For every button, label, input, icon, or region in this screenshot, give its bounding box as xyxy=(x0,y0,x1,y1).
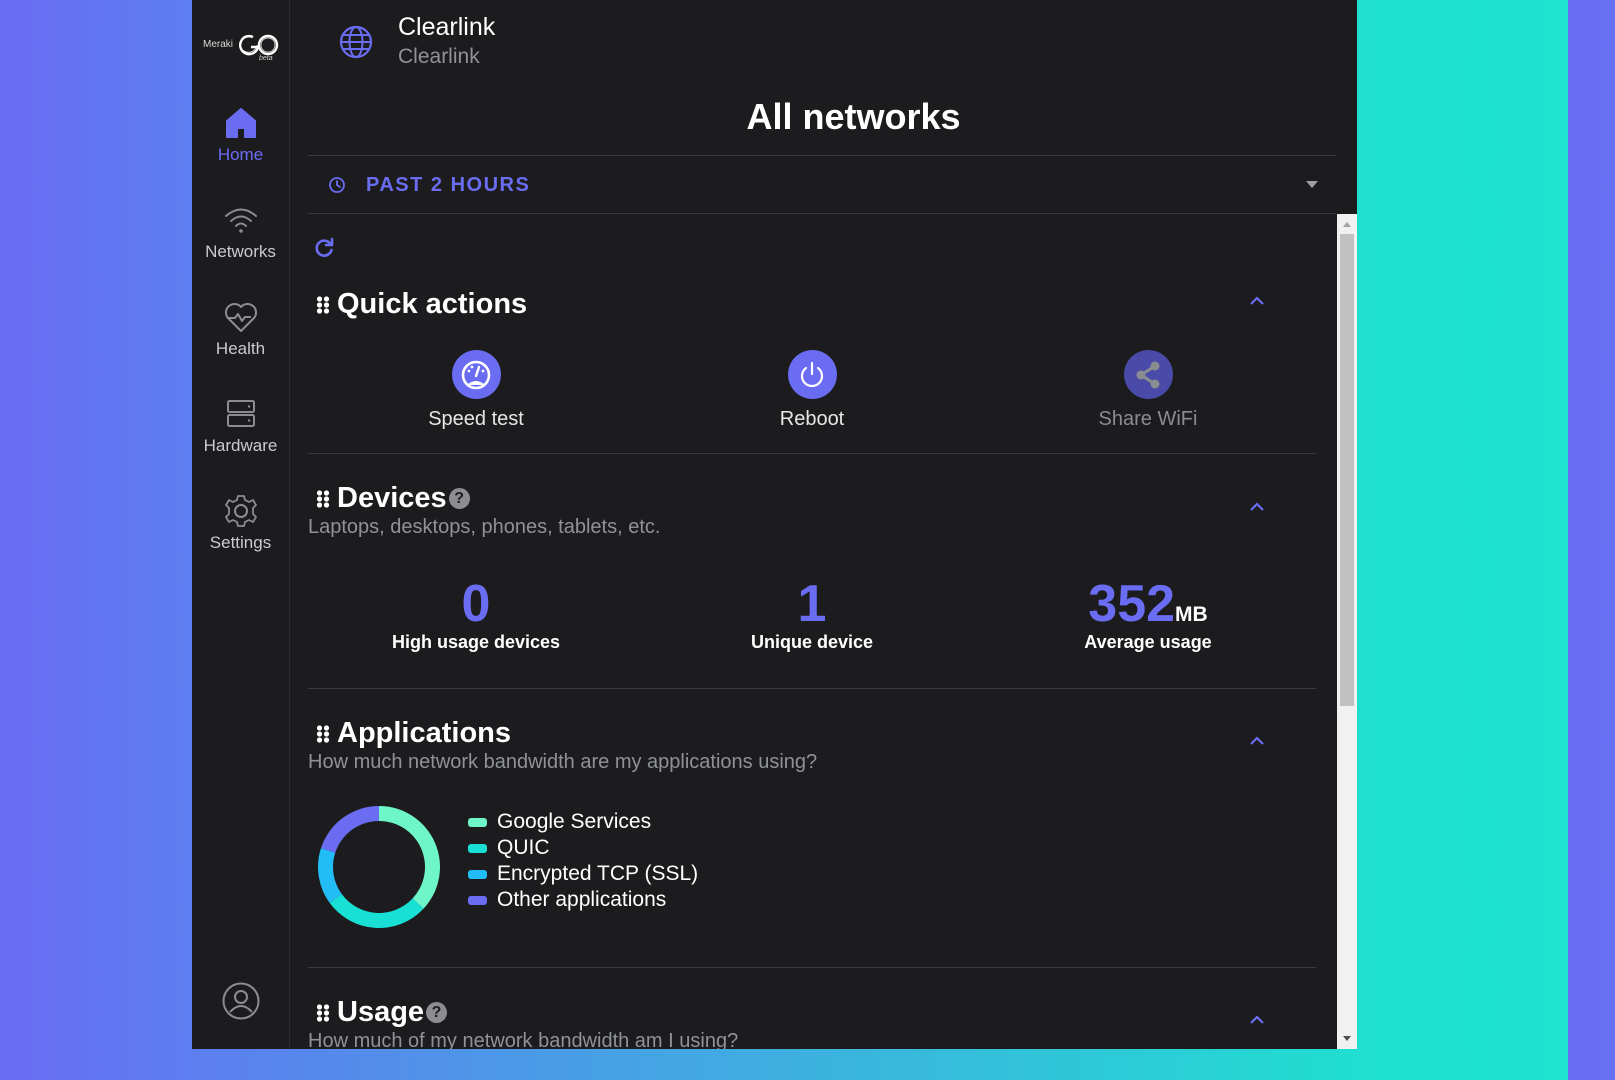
network-name[interactable]: Clearlink xyxy=(398,13,495,42)
sidebar-item-home[interactable]: Home xyxy=(192,105,289,165)
applications-donut-chart[interactable] xyxy=(317,805,441,929)
stat-value: 352 xyxy=(1088,575,1176,633)
chevron-up-icon[interactable] xyxy=(1248,735,1266,747)
speed-test-label: Speed test xyxy=(428,408,524,430)
stat-label: Unique device xyxy=(750,632,874,652)
stat-label: Average usage xyxy=(1084,632,1212,652)
speedometer-icon xyxy=(461,360,491,389)
stat-label: High usage devices xyxy=(391,632,561,652)
caret-down-icon xyxy=(1306,181,1318,188)
sidebar-item-label: Networks xyxy=(205,242,276,261)
sidebar-item-label: Settings xyxy=(209,533,272,552)
drag-handle-icon[interactable] xyxy=(316,1003,330,1023)
clock-icon xyxy=(329,177,345,193)
legend-item-encrypted-tcp[interactable]: Encrypted TCP (SSL) xyxy=(468,861,698,887)
stat-value: 0 xyxy=(461,575,491,633)
gear-icon xyxy=(224,495,257,527)
section-subtitle: Laptops, desktops, phones, tablets, etc. xyxy=(308,516,661,538)
sidebar: Meraki beta Home Networks Health Hardwar… xyxy=(192,0,290,1049)
user-circle-icon[interactable] xyxy=(221,981,261,1021)
page-title: All networks xyxy=(746,96,961,137)
applications-section: Applications How much network bandwidth … xyxy=(308,689,1316,968)
stat-high-usage-devices[interactable]: 0 High usage devices xyxy=(346,578,606,653)
donut-slice-google-services[interactable] xyxy=(379,806,440,909)
stat-unit: MB xyxy=(1175,603,1208,626)
organization-name: Clearlink xyxy=(398,45,480,68)
help-icon[interactable]: ? xyxy=(426,1002,448,1023)
section-title-text: Usage xyxy=(337,996,425,1028)
sidebar-item-hardware[interactable]: Hardware xyxy=(192,396,289,456)
section-title: Applications xyxy=(308,717,511,750)
legend-label: Other applications xyxy=(497,888,667,911)
section-title-text: Applications xyxy=(337,717,512,749)
donut-slice-quic[interactable] xyxy=(329,894,424,928)
speed-test-button[interactable]: Speed test xyxy=(376,350,576,431)
drag-handle-icon[interactable] xyxy=(316,295,330,315)
wifi-icon xyxy=(224,208,257,233)
sidebar-item-label: Home xyxy=(217,145,264,164)
meraki-go-logo[interactable]: Meraki beta xyxy=(202,30,282,66)
help-icon[interactable]: ? xyxy=(448,488,470,509)
legend-item-quic[interactable]: QUIC xyxy=(468,835,698,861)
time-range-dropdown[interactable]: PAST 2 HOURS xyxy=(308,155,1336,214)
quick-actions-section: Quick actions Speed test Reboot Share Wi… xyxy=(308,275,1316,454)
legend-swatch xyxy=(468,895,487,905)
legend-label: Encrypted TCP (SSL) xyxy=(497,862,699,885)
chevron-up-icon[interactable] xyxy=(1248,501,1266,513)
reboot-button[interactable]: Reboot xyxy=(712,350,912,431)
legend-item-other-applications[interactable]: Other applications xyxy=(468,887,698,913)
section-title: Usage ? xyxy=(308,996,448,1029)
dashboard-scroll-area: Quick actions Speed test Reboot Share Wi… xyxy=(290,215,1357,1049)
devices-section: Devices ? Laptops, desktops, phones, tab… xyxy=(308,454,1316,689)
sidebar-item-settings[interactable]: Settings xyxy=(192,493,289,553)
usage-section: Usage ? How much of my network bandwidth… xyxy=(308,968,1316,1049)
logo-brand: Meraki xyxy=(203,39,234,50)
network-header: Clearlink Clearlink xyxy=(290,0,1357,90)
section-title: Quick actions xyxy=(308,288,527,321)
globe-icon xyxy=(339,25,373,59)
legend-item-google-services[interactable]: Google Services xyxy=(468,809,698,835)
sidebar-item-label: Hardware xyxy=(203,436,278,455)
heart-pulse-icon xyxy=(224,303,257,332)
donut-slice-other-applications[interactable] xyxy=(320,806,379,853)
refresh-icon[interactable] xyxy=(313,237,335,259)
legend-swatch xyxy=(468,869,487,879)
home-icon xyxy=(225,108,256,138)
share-wifi-button[interactable]: Share WiFi xyxy=(1048,350,1248,431)
scroll-down-arrow-icon[interactable] xyxy=(1343,1036,1351,1041)
section-subtitle: How much of my network bandwidth am I us… xyxy=(308,1030,739,1049)
chevron-up-icon[interactable] xyxy=(1248,295,1266,307)
vertical-scrollbar[interactable] xyxy=(1337,214,1357,1049)
sidebar-item-networks[interactable]: Networks xyxy=(192,202,289,262)
app-window: Meraki beta Home Networks Health Hardwar… xyxy=(192,0,1357,1049)
legend-label: Google Services xyxy=(497,810,652,833)
section-title: Devices ? xyxy=(308,482,470,515)
legend-swatch xyxy=(468,843,487,853)
scrollbar-thumb[interactable] xyxy=(1340,234,1354,706)
drag-handle-icon[interactable] xyxy=(316,489,330,509)
reboot-label: Reboot xyxy=(779,408,845,430)
donut-slice-encrypted-tcp-ssl[interactable] xyxy=(318,848,342,903)
time-range-label: PAST 2 HOURS xyxy=(366,174,531,196)
drag-handle-icon[interactable] xyxy=(316,724,330,744)
main-content: Clearlink Clearlink All networks PAST 2 … xyxy=(290,0,1357,1049)
server-icon xyxy=(226,400,255,427)
chevron-up-icon[interactable] xyxy=(1248,1014,1266,1026)
section-title-text: Quick actions xyxy=(337,288,528,320)
section-title-text: Devices xyxy=(337,482,447,514)
legend-swatch xyxy=(468,817,487,827)
sidebar-item-label: Health xyxy=(215,339,266,358)
share-icon xyxy=(1136,361,1160,388)
logo-tag: beta xyxy=(259,55,273,62)
share-wifi-label: Share WiFi xyxy=(1098,408,1198,430)
stat-unique-devices[interactable]: 1 Unique device xyxy=(682,578,942,653)
power-icon xyxy=(800,361,824,387)
stat-value: 1 xyxy=(797,575,827,633)
stat-average-usage[interactable]: 352MB Average usage xyxy=(1018,578,1278,653)
chart-legend: Google Services QUIC Encrypted TCP (SSL)… xyxy=(468,809,698,913)
section-subtitle: How much network bandwidth are my applic… xyxy=(308,751,818,773)
scroll-up-arrow-icon[interactable] xyxy=(1343,222,1351,227)
legend-label: QUIC xyxy=(497,836,550,859)
sidebar-item-health[interactable]: Health xyxy=(192,299,289,359)
